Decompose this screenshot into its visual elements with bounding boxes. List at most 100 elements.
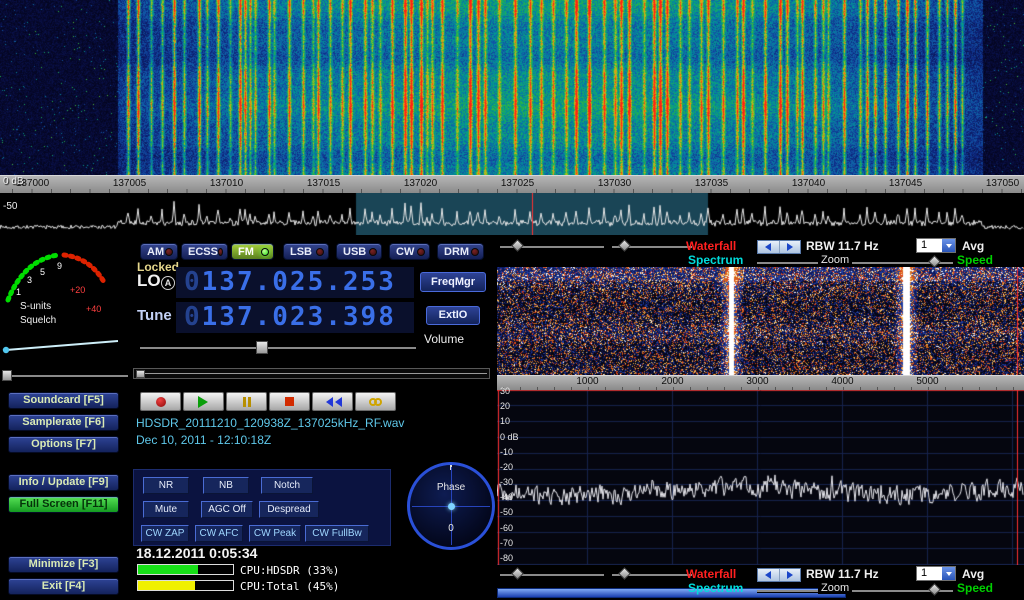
freq-tick-label: 137050	[954, 178, 1024, 189]
despread-button[interactable]: Despread	[259, 501, 319, 518]
zoom-label-bottom: Zoom	[818, 582, 852, 594]
right-arrow-icon	[787, 243, 797, 251]
mute-button[interactable]: Mute	[143, 501, 189, 518]
zoom-slider-handle-top[interactable]	[928, 255, 941, 268]
speed-label-top: Speed	[957, 253, 993, 267]
mode-led-icon	[471, 248, 479, 256]
waterfall-tab-top[interactable]: Waterfall	[686, 239, 736, 253]
db-tick-label: -80	[500, 554, 519, 563]
cpu-total-bar	[137, 580, 234, 591]
freqmgr-button[interactable]: FreqMgr	[420, 272, 486, 292]
af-tick-label: 2000	[630, 376, 715, 387]
cpu-total-bar-fill	[138, 581, 195, 590]
db-tick-label: -40	[500, 493, 519, 502]
nr-button[interactable]: NR	[143, 477, 189, 494]
stop-button[interactable]	[269, 392, 310, 411]
pause-button[interactable]	[226, 392, 267, 411]
exit-button[interactable]: Exit [F4]	[8, 578, 119, 595]
mode-button-lsb[interactable]: LSB	[283, 243, 329, 260]
pan-right-button[interactable]	[779, 569, 801, 581]
volume-slider-handle[interactable]	[256, 341, 268, 354]
spectrum-upper-level-slider-handle[interactable]	[511, 567, 524, 580]
mode-button-am[interactable]: AM	[140, 243, 178, 260]
samplerate-button[interactable]: Samplerate [F6]	[8, 414, 119, 431]
mode-label: DRM	[444, 246, 469, 258]
db-tick-label: -70	[500, 539, 519, 548]
minimize-button[interactable]: Minimize [F3]	[8, 556, 119, 573]
notch-button[interactable]: Notch	[261, 477, 313, 494]
s-meter-needle-tip	[3, 347, 9, 353]
tune-slider-track[interactable]	[133, 368, 490, 379]
af-spectrum-display[interactable]	[497, 390, 1024, 565]
zoom-slider-track-bottom[interactable]	[757, 590, 953, 592]
avg-dropdown-top[interactable]: 1	[916, 238, 956, 253]
mode-button-usb[interactable]: USB	[336, 243, 382, 260]
af-waterfall-display[interactable]	[497, 267, 1024, 375]
db-tick-label: -30	[500, 478, 519, 487]
mode-led-icon	[261, 248, 269, 256]
record-button[interactable]	[140, 392, 181, 411]
mode-button-cw[interactable]: CW	[389, 243, 430, 260]
db-tick-label: 30	[500, 387, 519, 396]
cw-afc-button[interactable]: CW AFC	[195, 525, 243, 542]
fullscreen-button[interactable]: Full Screen [F11]	[8, 496, 119, 513]
af-scale-labels: 1000 2000 3000 4000 5000	[545, 376, 970, 387]
lo-a-badge[interactable]: A	[161, 276, 175, 290]
frequency-scale-bar[interactable]: 137000 137005 137010 137015 137020 13702…	[0, 175, 1024, 193]
mode-led-icon	[165, 248, 173, 256]
zoom-slider-handle-bottom[interactable]	[928, 583, 941, 596]
s-meter-red-arc	[64, 255, 104, 282]
zoom-slider-track-top[interactable]	[757, 262, 953, 264]
loop-button[interactable]	[355, 392, 396, 411]
s-meter-scale-3: 3	[27, 275, 32, 285]
spectrum-tab-bottom[interactable]: Spectrum	[688, 581, 743, 595]
mode-button-drm[interactable]: DRM	[437, 243, 484, 260]
main-spectrum-display[interactable]	[0, 193, 1024, 235]
lo-frequency-display[interactable]: 0137.025.253	[176, 267, 414, 298]
avg-dropdown-bottom[interactable]: 1	[916, 566, 956, 581]
extio-button[interactable]: ExtIO	[426, 306, 480, 325]
options-button[interactable]: Options [F7]	[8, 436, 119, 453]
pan-right-button[interactable]	[779, 241, 801, 253]
frequency-scale-labels: 137000 137005 137010 137015 137020 13702…	[0, 178, 1024, 189]
avg-label-bottom: Avg	[962, 567, 984, 581]
play-button[interactable]	[183, 392, 224, 411]
info-update-button[interactable]: Info / Update [F9]	[8, 474, 119, 491]
db-tick-label: 20	[500, 402, 519, 411]
pan-arrows-bottom[interactable]	[757, 568, 801, 582]
cw-zap-button[interactable]: CW ZAP	[141, 525, 189, 542]
pan-arrows-top[interactable]	[757, 240, 801, 254]
mode-button-ecss[interactable]: ECSS	[181, 243, 228, 260]
cw-fullbw-button[interactable]: CW FullBw	[305, 525, 369, 542]
mode-led-icon	[369, 248, 377, 256]
tune-slider-line	[136, 373, 487, 374]
af-tick-label: 3000	[715, 376, 800, 387]
nb-button[interactable]: NB	[203, 477, 249, 494]
pan-left-button[interactable]	[758, 241, 779, 253]
mode-label: ECSS	[188, 246, 218, 258]
dropdown-arrow-icon[interactable]	[942, 239, 955, 252]
recording-timestamp: Dec 10, 2011 - 12:10:18Z	[136, 433, 271, 447]
mode-button-fm[interactable]: FM	[231, 243, 274, 260]
cw-peak-button[interactable]: CW Peak	[249, 525, 301, 542]
main-waterfall-display[interactable]	[0, 0, 1024, 175]
waterfall-tab-bottom[interactable]: Waterfall	[686, 567, 736, 581]
db-tick-label: -10	[500, 448, 519, 457]
s-meter-needle	[6, 341, 118, 350]
dropdown-arrow-icon[interactable]	[942, 567, 955, 580]
spectrum-lower-level-slider-handle[interactable]	[618, 567, 631, 580]
db-tick-label: 0 dB	[500, 433, 519, 442]
rewind-button[interactable]	[312, 392, 353, 411]
volume-slider-track[interactable]	[140, 347, 416, 349]
spectrum-tab-top[interactable]: Spectrum	[688, 253, 743, 267]
agc-button[interactable]: AGC Off	[201, 501, 253, 518]
squelch-slider-handle[interactable]	[2, 370, 12, 381]
pan-left-button[interactable]	[758, 569, 779, 581]
squelch-slider-track[interactable]	[2, 375, 128, 377]
soundcard-button[interactable]: Soundcard [F5]	[8, 392, 119, 409]
waterfall-lower-level-slider-handle[interactable]	[618, 239, 631, 252]
mode-led-icon	[417, 248, 425, 256]
waterfall-upper-level-slider-handle[interactable]	[511, 239, 524, 252]
tune-slider-handle[interactable]	[136, 370, 145, 378]
tune-frequency-display[interactable]: 0137.023.398	[176, 302, 414, 333]
